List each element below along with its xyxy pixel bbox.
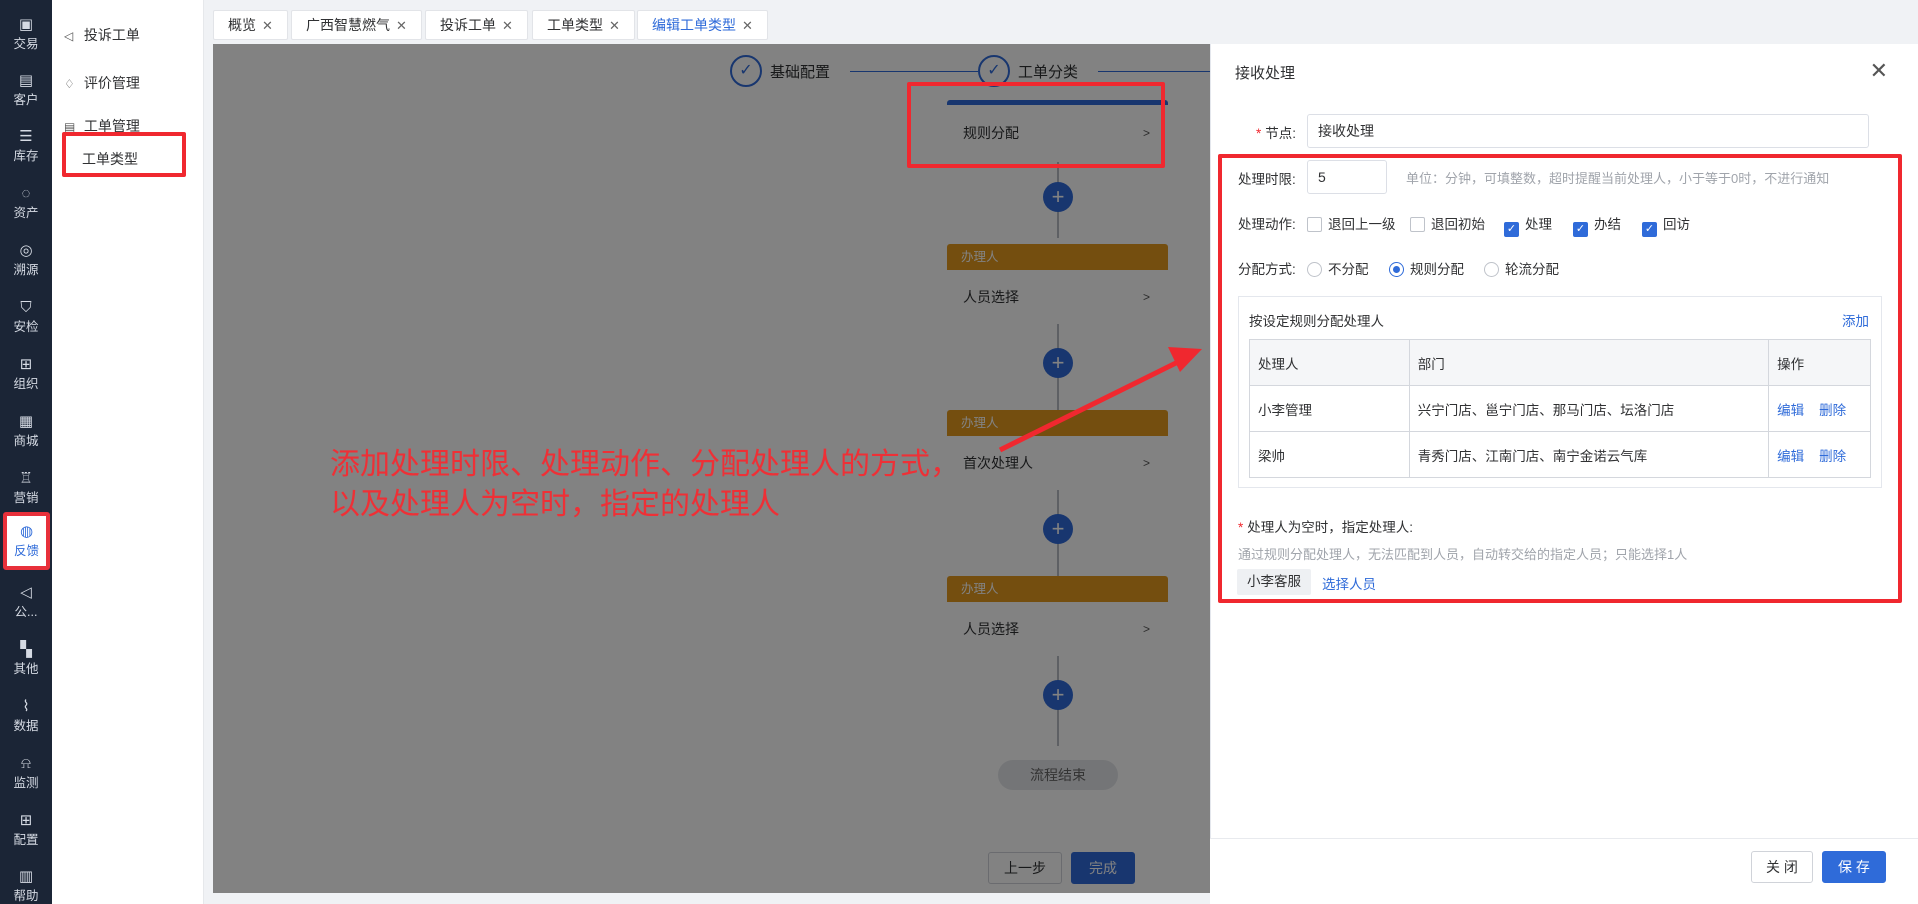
annotation-arrow [998, 347, 1202, 453]
annotation-arrow-line [998, 357, 1184, 453]
annotation-arrow-head [1168, 347, 1202, 372]
